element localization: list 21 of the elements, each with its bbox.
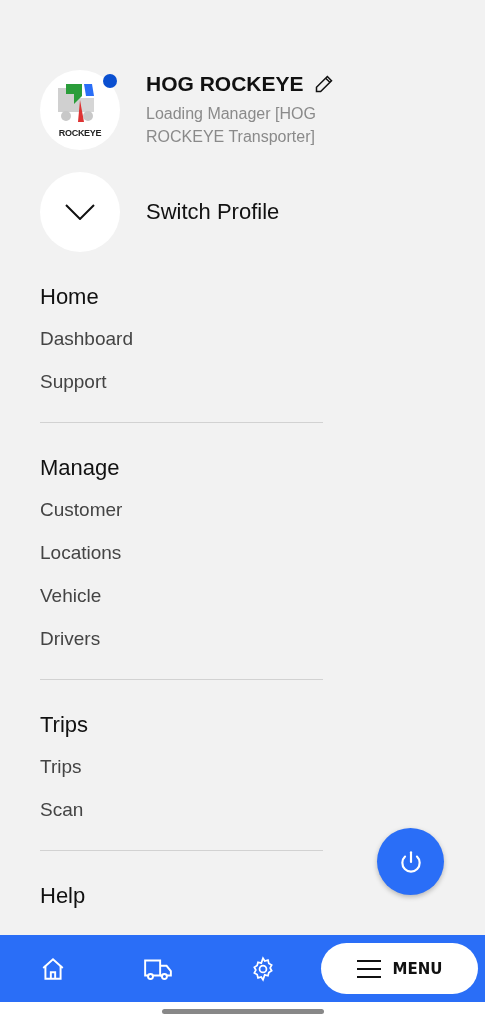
logo-text: ROCKEYE xyxy=(58,128,102,138)
menu-item[interactable]: Support xyxy=(40,360,445,403)
section-heading: Manage xyxy=(40,455,121,481)
section-heading: Home xyxy=(40,284,100,310)
section-heading: Trips xyxy=(40,712,90,738)
chevron-icon xyxy=(65,204,95,220)
section-heading: Help xyxy=(40,883,87,909)
menu-button[interactable]: MENU xyxy=(321,943,478,994)
menu-item[interactable]: Dashboard xyxy=(40,317,445,360)
profile-role: Loading Manager [HOG ROCKEYE Transporter] xyxy=(146,104,317,147)
menu-item[interactable]: Locations xyxy=(40,531,445,574)
pencil-icon[interactable] xyxy=(313,74,334,94)
menu-item[interactable]: Vehicle xyxy=(40,574,445,617)
power-button[interactable] xyxy=(377,828,444,895)
menu-item[interactable]: Trips xyxy=(40,745,445,788)
menu-icon xyxy=(356,959,381,978)
menu-item[interactable]: Scan xyxy=(40,788,445,831)
menu-item[interactable]: Customer xyxy=(40,488,445,531)
switch-profile-label: Switch Profile xyxy=(146,199,280,225)
profile-name: HOG ROCKEYE xyxy=(146,72,304,96)
menu-item[interactable]: Drivers xyxy=(40,617,445,660)
